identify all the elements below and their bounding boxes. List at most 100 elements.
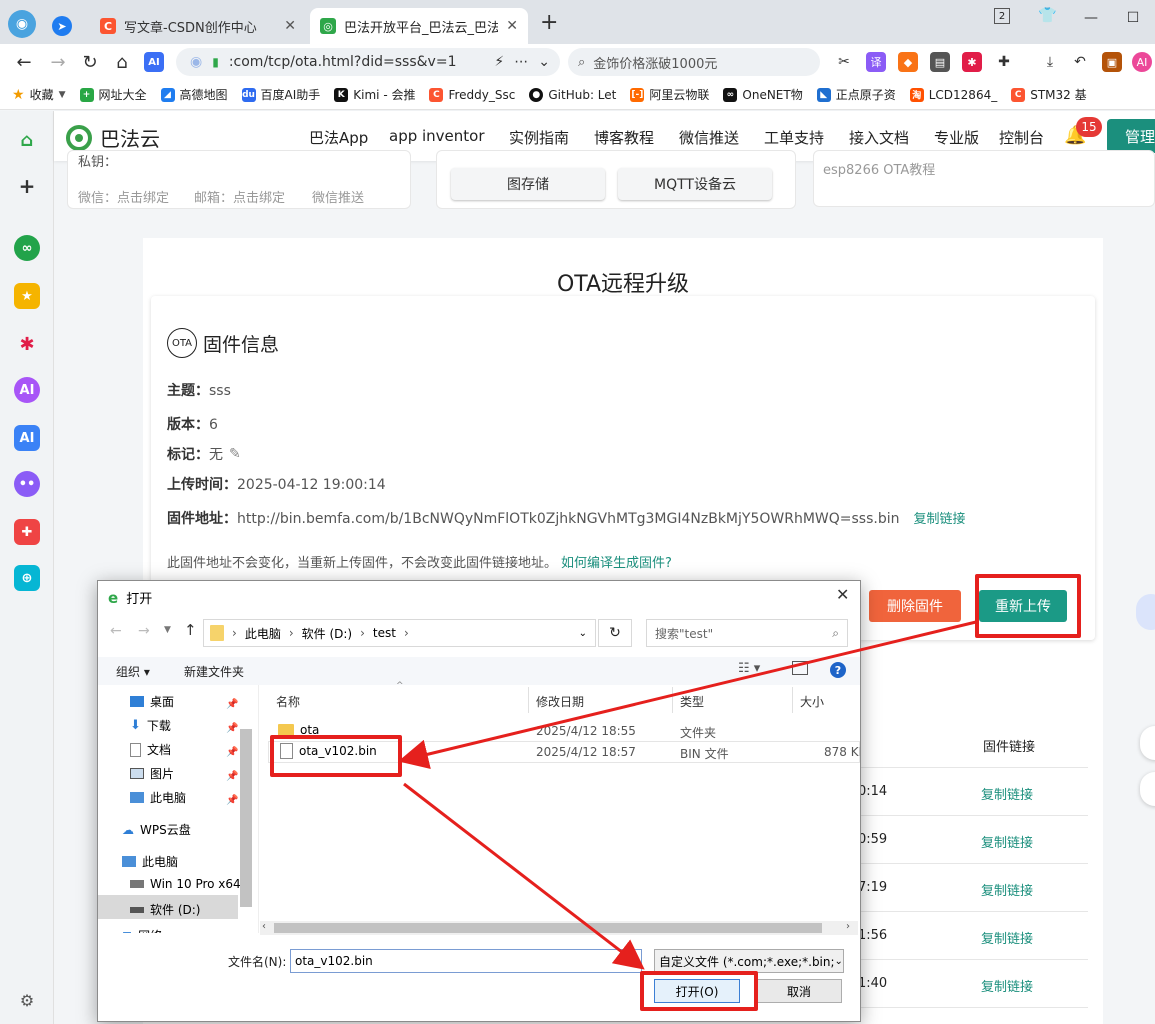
copy-link-button[interactable]: 复制链接 <box>981 928 1033 947</box>
pin-icon[interactable]: 📌 📌 📌 📌 📌 <box>226 693 238 813</box>
network-icon[interactable]: ✱ <box>14 331 40 357</box>
telegram-icon[interactable]: ➤ <box>52 16 72 36</box>
ai-icon[interactable]: AI <box>144 52 164 72</box>
delete-firmware-button[interactable]: 删除固件 <box>869 590 961 622</box>
refresh-icon[interactable]: ↻ <box>598 619 632 647</box>
image-storage-button[interactable]: 图存储 <box>451 168 605 200</box>
link-icon[interactable]: ∞ <box>14 235 40 261</box>
reload-icon[interactable]: ↻ <box>78 50 102 74</box>
briefcase-icon[interactable]: ▣ <box>1102 52 1122 72</box>
web-search-text[interactable]: 金饰价格涨破1000元 <box>593 53 717 72</box>
web-search-box[interactable]: ⌕ 金饰价格涨破1000元 <box>568 48 820 76</box>
scroll-right-icon[interactable]: › <box>846 921 850 932</box>
tab-bemfa[interactable]: ◎ 巴法开放平台_巴法云_巴法物联 ✕ <box>310 8 528 44</box>
more-icon[interactable]: ⋯ <box>514 54 528 70</box>
bookmark-item[interactable]: ◣ 正点原子资 <box>816 86 896 103</box>
tree-item-pictures[interactable]: 图片 <box>130 765 174 782</box>
ai-spark-icon[interactable]: AI <box>14 377 40 403</box>
close-icon[interactable]: ✕ <box>836 585 849 604</box>
tree-scrollbar[interactable] <box>240 729 252 907</box>
bookmark-item[interactable]: du 百度AI助手 <box>241 86 320 103</box>
bookmark-item[interactable]: [-] 阿里云物联 <box>630 86 709 103</box>
copy-link-button[interactable]: 复制链接 <box>913 512 965 527</box>
view-options-icon[interactable]: ☷ ▾ <box>738 661 760 676</box>
tree-item-win10[interactable]: Win 10 Pro x64 <box>130 877 241 891</box>
nav-console[interactable]: 控制台 <box>999 127 1044 148</box>
scrollbar-thumb[interactable] <box>274 923 822 933</box>
copy-link-button[interactable]: 复制链接 <box>981 880 1033 899</box>
nav-wechat-push[interactable]: 微信推送 <box>679 127 739 148</box>
column-size[interactable]: 大小 <box>800 693 824 710</box>
robot-icon[interactable]: •• <box>14 471 40 497</box>
tree-item-downloads[interactable]: ⬇ 下载 <box>130 717 171 734</box>
organize-button[interactable]: 组织 ▾ <box>116 663 150 680</box>
chevron-down-icon[interactable]: ▼ <box>164 625 171 635</box>
extensions-icon[interactable]: ✚ <box>994 52 1014 72</box>
up-icon[interactable]: ↑ <box>184 621 197 639</box>
bookmark-item[interactable]: C Freddy_Ssc <box>429 87 515 102</box>
dialog-search-box[interactable]: 搜索"test" ⌕ <box>646 619 848 647</box>
minimize-button[interactable]: — <box>1076 6 1106 30</box>
nav-ticket[interactable]: 工单支持 <box>764 127 824 148</box>
undo-icon[interactable]: ↶ <box>1070 52 1090 72</box>
tree-item-network[interactable]: ⊞网络 <box>122 927 162 934</box>
address-text[interactable]: :com/tcp/ota.html?did=sss&v=1 <box>229 54 457 70</box>
tree-item-drive-d[interactable]: 软件 (D:) <box>130 901 200 918</box>
copy-link-button[interactable]: 复制链接 <box>981 976 1033 995</box>
filetype-select[interactable]: 自定义文件 (*.com;*.exe;*.bin; ⌄ <box>654 949 844 973</box>
translate-icon[interactable]: 译 <box>866 52 886 72</box>
nav-blog[interactable]: 博客教程 <box>594 127 654 148</box>
help-icon[interactable]: ? <box>830 662 846 678</box>
back-icon[interactable]: ← <box>110 623 122 639</box>
mqtt-cloud-button[interactable]: MQTT设备云 <box>618 168 772 200</box>
bind-email-link[interactable]: 邮箱：点击绑定 <box>194 187 285 206</box>
home-icon[interactable]: ⌂ <box>110 50 134 74</box>
bolt-icon[interactable]: ⚡ <box>494 54 504 70</box>
edit-pencil-icon[interactable]: ✎ <box>229 446 241 462</box>
how-compile-link[interactable]: 如何编译生成固件? <box>561 556 672 571</box>
close-icon[interactable]: ✕ <box>284 18 296 34</box>
tree-item-this-pc-root[interactable]: 此电脑 <box>122 853 178 870</box>
filename-input[interactable]: ota_v102.bin <box>290 949 642 973</box>
manage-button[interactable]: 管理 <box>1107 119 1155 153</box>
nav-docs[interactable]: 接入文档 <box>849 127 909 148</box>
nav-app-inventor[interactable]: app inventor <box>389 127 485 145</box>
settings-icon[interactable]: ⚙ <box>14 987 40 1013</box>
ai-assistant-icon[interactable]: AI <box>1132 52 1152 72</box>
nav-examples[interactable]: 实例指南 <box>509 127 569 148</box>
home-icon[interactable]: ⌂ <box>14 127 40 153</box>
cancel-button[interactable]: 取消 <box>756 979 842 1003</box>
address-bar[interactable]: ◉ ▮ :com/tcp/ota.html?did=sss&v=1 ⚡ ⋯ ⌄ <box>176 48 560 76</box>
tab-csdn[interactable]: C 写文章-CSDN创作中心 ✕ <box>90 8 306 44</box>
breadcrumb-item[interactable]: 软件 (D:) <box>302 625 352 642</box>
tree-item-desktop[interactable]: 桌面 <box>130 693 174 710</box>
bookmark-item[interactable]: ◢ 高德地图 <box>160 86 228 103</box>
add-icon[interactable]: + <box>14 173 40 199</box>
scissors-icon[interactable]: ✂ <box>834 52 854 72</box>
column-type[interactable]: 类型 <box>680 693 704 710</box>
new-folder-button[interactable]: 新建文件夹 <box>184 663 244 680</box>
floating-help-icon[interactable] <box>1136 594 1155 630</box>
browser-profile-icon[interactable]: ◉ <box>8 10 36 38</box>
download-icon[interactable]: ⤓ <box>1040 52 1060 72</box>
forward-icon[interactable]: → <box>138 623 150 639</box>
chevron-down-icon[interactable]: ⌄ <box>538 54 550 70</box>
new-tab-button[interactable]: + <box>540 10 558 35</box>
favorites-icon[interactable]: ★ <box>14 283 40 309</box>
bookmark-item[interactable]: C STM32 基 <box>1011 86 1087 103</box>
bookmark-item[interactable]: + 网址大全 <box>79 86 147 103</box>
esp8266-ota-link[interactable]: esp8266 OTA教程 <box>823 159 935 178</box>
preview-pane-icon[interactable] <box>792 661 808 675</box>
game-icon[interactable]: ◆ <box>898 52 918 72</box>
forward-icon[interactable]: → <box>46 50 70 74</box>
site-info-icon[interactable]: ◉ <box>190 54 202 70</box>
scroll-left-icon[interactable]: ‹ <box>262 921 266 932</box>
tool-icon[interactable]: ⊕ <box>14 565 40 591</box>
breadcrumb-item[interactable]: test <box>373 626 396 640</box>
network-ext-icon[interactable]: ✱ <box>962 52 982 72</box>
wechat-push-link[interactable]: 微信推送 <box>312 187 364 206</box>
close-icon[interactable]: ✕ <box>506 18 518 34</box>
ai-icon[interactable]: AI <box>14 425 40 451</box>
nav-pro[interactable]: 专业版 <box>934 127 979 148</box>
back-icon[interactable]: ← <box>12 50 36 74</box>
